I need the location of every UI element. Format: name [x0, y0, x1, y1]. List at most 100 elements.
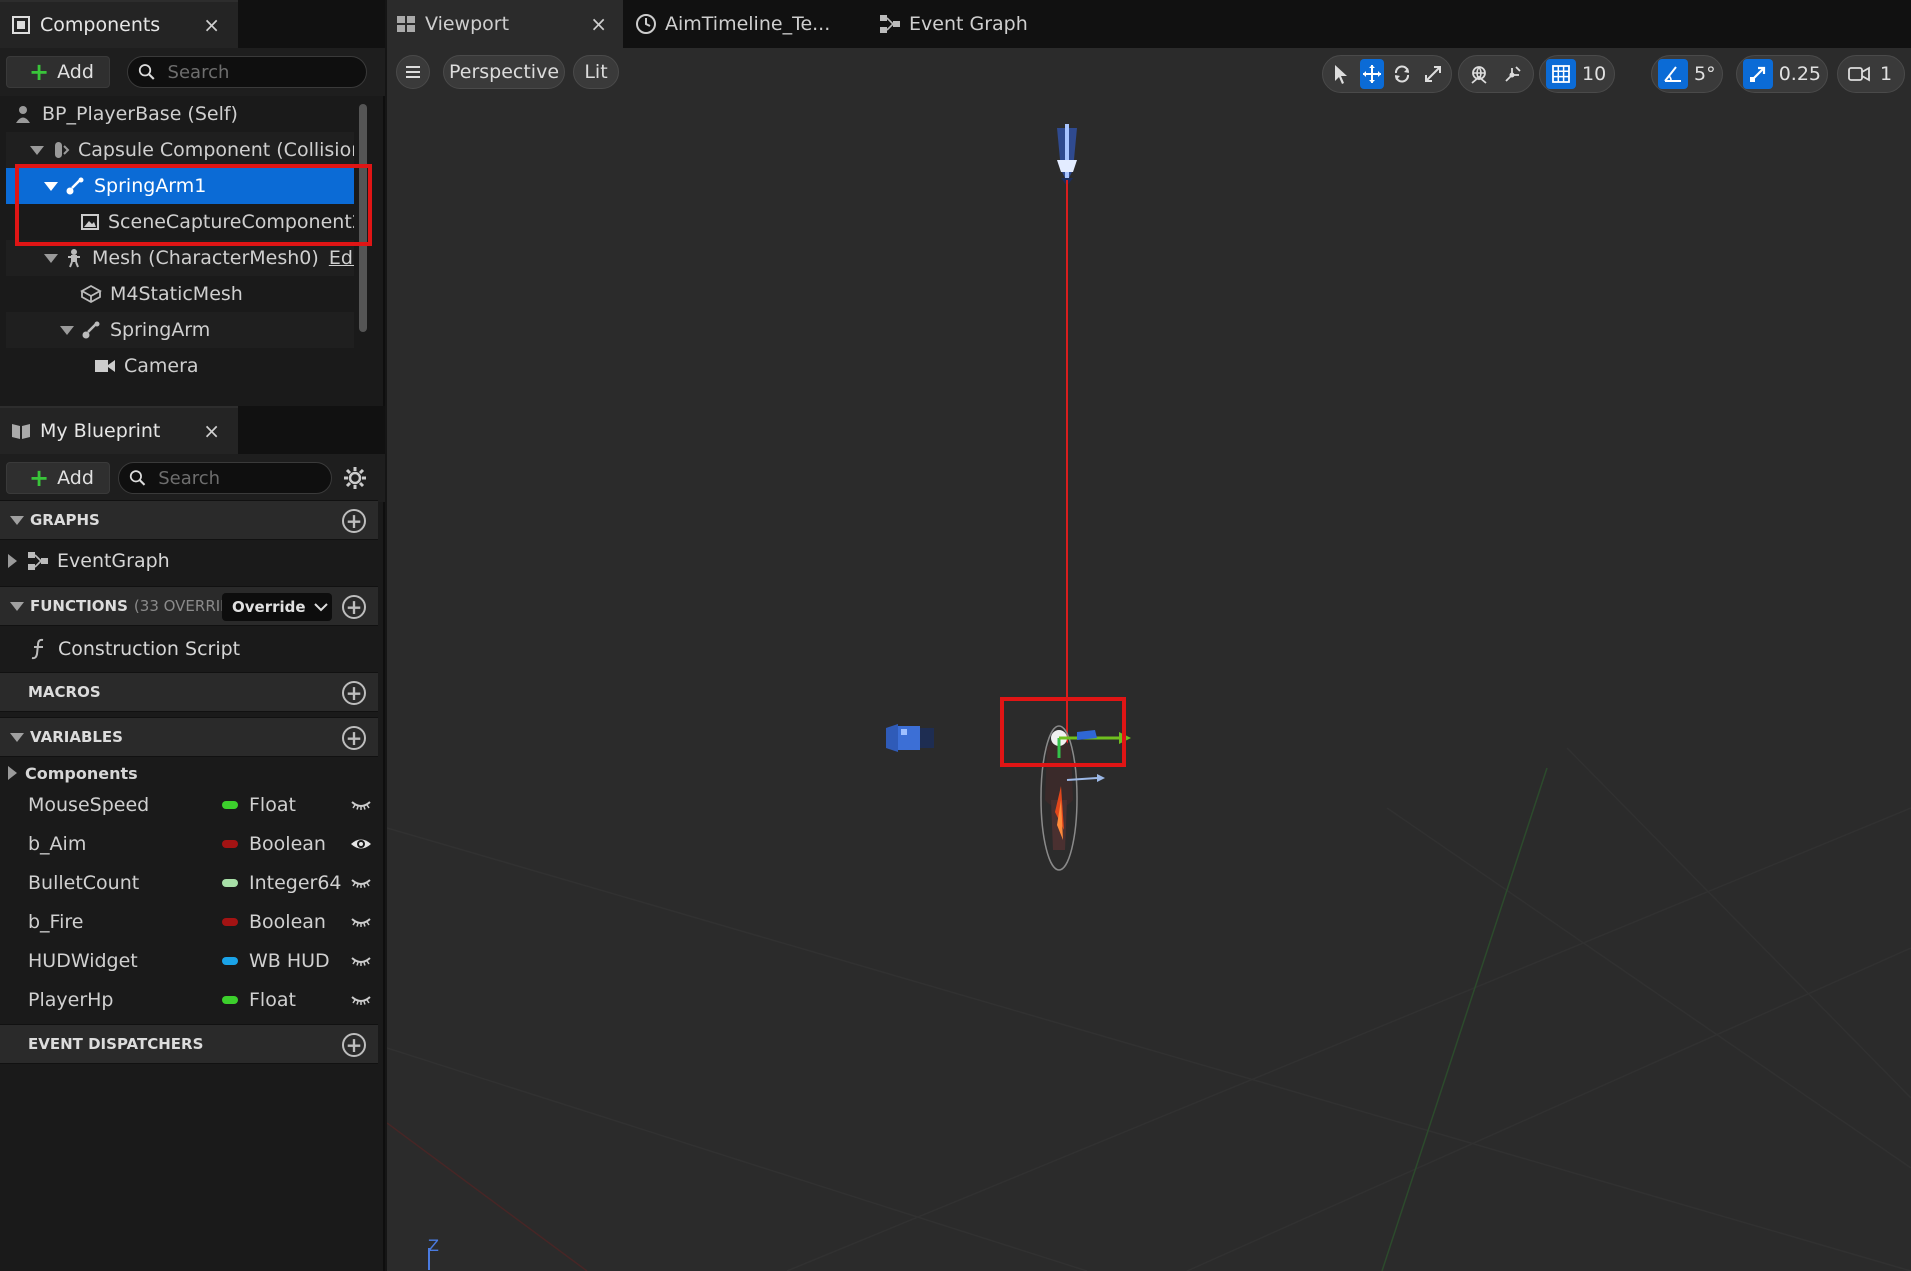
lit-button[interactable]: Lit [573, 55, 619, 89]
chevron-down-icon[interactable] [60, 325, 74, 335]
chevron-down-icon [313, 603, 328, 612]
close-icon[interactable]: × [590, 12, 607, 36]
add-function-icon[interactable]: + [342, 595, 366, 619]
override-dropdown[interactable]: Override [222, 593, 332, 621]
section-variables-title: VARIABLES [30, 728, 123, 746]
tab-my-blueprint[interactable]: My Blueprint × [0, 406, 238, 454]
add-variable-icon[interactable]: + [342, 726, 366, 750]
surface-snap-toggle[interactable] [1499, 59, 1527, 89]
add-member-button[interactable]: + Add [6, 462, 110, 494]
blueprint-search-input[interactable] [156, 466, 331, 490]
chevron-down-icon[interactable] [10, 601, 24, 611]
tab-my-blueprint-label: My Blueprint [40, 420, 161, 442]
tree-item-camera[interactable]: Camera [6, 348, 354, 384]
add-graph-icon[interactable]: + [342, 509, 366, 533]
scale-snap-toggle[interactable] [1743, 59, 1773, 89]
tree-item-m4staticmesh[interactable]: M4StaticMesh [6, 276, 354, 312]
tree-item-capsule[interactable]: Capsule Component (CollisionCylinder) [6, 132, 354, 168]
character-icon [12, 103, 34, 125]
viewport-menu-button[interactable] [396, 55, 430, 89]
graph-item-label: EventGraph [57, 550, 170, 572]
camera-speed-button[interactable] [1844, 59, 1874, 89]
chevron-down-icon[interactable] [10, 515, 24, 525]
viewport-grid [387, 747, 1911, 1271]
variable-row[interactable]: MouseSpeed Float [0, 786, 378, 825]
section-graphs[interactable]: GRAPHS + [0, 500, 378, 540]
chevron-down-icon[interactable] [10, 732, 24, 742]
tree-item-self[interactable]: BP_PlayerBase (Self) [6, 96, 354, 132]
close-icon[interactable]: × [203, 13, 220, 37]
tree-item-springarm[interactable]: SpringArm [6, 312, 354, 348]
function-item-construction-script[interactable]: Construction Script [0, 629, 378, 669]
component-tree: BP_PlayerBase (Self) Capsule Component (… [0, 96, 370, 396]
close-icon[interactable]: × [203, 419, 220, 443]
tab-aimtimeline[interactable]: AimTimeline_Te... [635, 0, 865, 48]
search-icon [129, 470, 146, 486]
graph-item-eventgraph[interactable]: EventGraph [0, 541, 378, 581]
select-tool[interactable] [1329, 59, 1354, 89]
section-event-dispatchers-title: EVENT DISPATCHERS [28, 1035, 204, 1053]
eye-closed-icon[interactable] [350, 913, 372, 931]
components-icon [10, 14, 32, 36]
move-icon [1362, 65, 1381, 83]
tab-components[interactable]: Components × [0, 0, 238, 48]
grid-snap-group: 10 [1539, 55, 1615, 93]
chevron-right-icon[interactable] [8, 766, 17, 780]
scale-tool[interactable] [1421, 59, 1446, 89]
eye-closed-icon[interactable] [350, 874, 372, 892]
type-color-pill [222, 879, 238, 887]
camera-actor-icon[interactable] [884, 720, 940, 756]
grid-snap-toggle[interactable] [1546, 59, 1576, 89]
blueprint-search[interactable] [118, 462, 332, 494]
add-macro-icon[interactable]: + [342, 681, 366, 705]
type-color-pill [222, 918, 238, 926]
add-event-dispatcher-icon[interactable]: + [342, 1033, 366, 1057]
variable-row[interactable]: b_Fire Boolean [0, 903, 378, 942]
section-macros[interactable]: MACROS + [0, 672, 378, 712]
section-functions[interactable]: FUNCTIONS (33 OVERRIDA Override + [0, 586, 378, 626]
grid-snap-value[interactable]: 10 [1582, 63, 1606, 85]
components-search[interactable] [127, 56, 367, 88]
eye-closed-icon[interactable] [350, 991, 372, 1009]
variable-type: Boolean [249, 911, 326, 933]
rotation-snap-value[interactable]: 5° [1694, 63, 1716, 85]
tree-item-label: Capsule Component (CollisionCylinder) [78, 139, 354, 161]
variable-row[interactable]: BulletCount Integer64 [0, 864, 378, 903]
perspective-button[interactable]: Perspective [443, 55, 565, 89]
edit-link[interactable]: Edit [329, 247, 354, 269]
grid-icon [1552, 65, 1570, 83]
tree-item-label: Mesh (CharacterMesh0) [92, 247, 319, 269]
scale-snap-value[interactable]: 0.25 [1779, 63, 1821, 85]
gear-icon[interactable] [342, 465, 368, 495]
chevron-down-icon[interactable] [44, 253, 58, 263]
translate-tool[interactable] [1359, 59, 1384, 89]
section-variables[interactable]: VARIABLES + [0, 717, 378, 757]
eye-open-icon[interactable] [350, 835, 372, 853]
components-search-input[interactable] [165, 60, 366, 84]
components-toolbar: + Add [0, 48, 385, 96]
variable-type: Float [249, 794, 296, 816]
section-event-dispatchers[interactable]: EVENT DISPATCHERS + [0, 1024, 378, 1064]
eye-closed-icon[interactable] [350, 952, 372, 970]
variable-category-components[interactable]: Components [0, 756, 378, 790]
rotate-tool[interactable] [1390, 59, 1415, 89]
cursor-icon [1335, 65, 1348, 84]
chevron-down-icon[interactable] [30, 145, 44, 155]
tab-viewport[interactable]: Viewport × [387, 0, 623, 48]
tab-viewport-label: Viewport [425, 13, 510, 35]
world-local-toggle[interactable] [1465, 59, 1493, 89]
rotation-snap-toggle[interactable] [1658, 59, 1688, 89]
camera-speed-value[interactable]: 1 [1880, 63, 1892, 85]
viewport[interactable]: Perspective Lit 10 5° 0.25 1 Z [387, 48, 1911, 1271]
rotation-snap-group: 5° [1651, 55, 1723, 93]
chevron-right-icon[interactable] [8, 554, 17, 568]
variable-row[interactable]: PlayerHp Float [0, 981, 378, 1020]
tree-item-label: Camera [124, 355, 199, 377]
left-panel: Components × + Add BP_PlayerBase (Self) … [0, 0, 385, 1271]
tab-event-graph[interactable]: Event Graph [879, 0, 1069, 48]
variable-row[interactable]: b_Aim Boolean [0, 825, 378, 864]
add-component-button[interactable]: + Add [6, 56, 110, 88]
type-color-pill [222, 801, 238, 809]
variable-row[interactable]: HUDWidget WB HUD [0, 942, 378, 981]
eye-closed-icon[interactable] [350, 796, 372, 814]
